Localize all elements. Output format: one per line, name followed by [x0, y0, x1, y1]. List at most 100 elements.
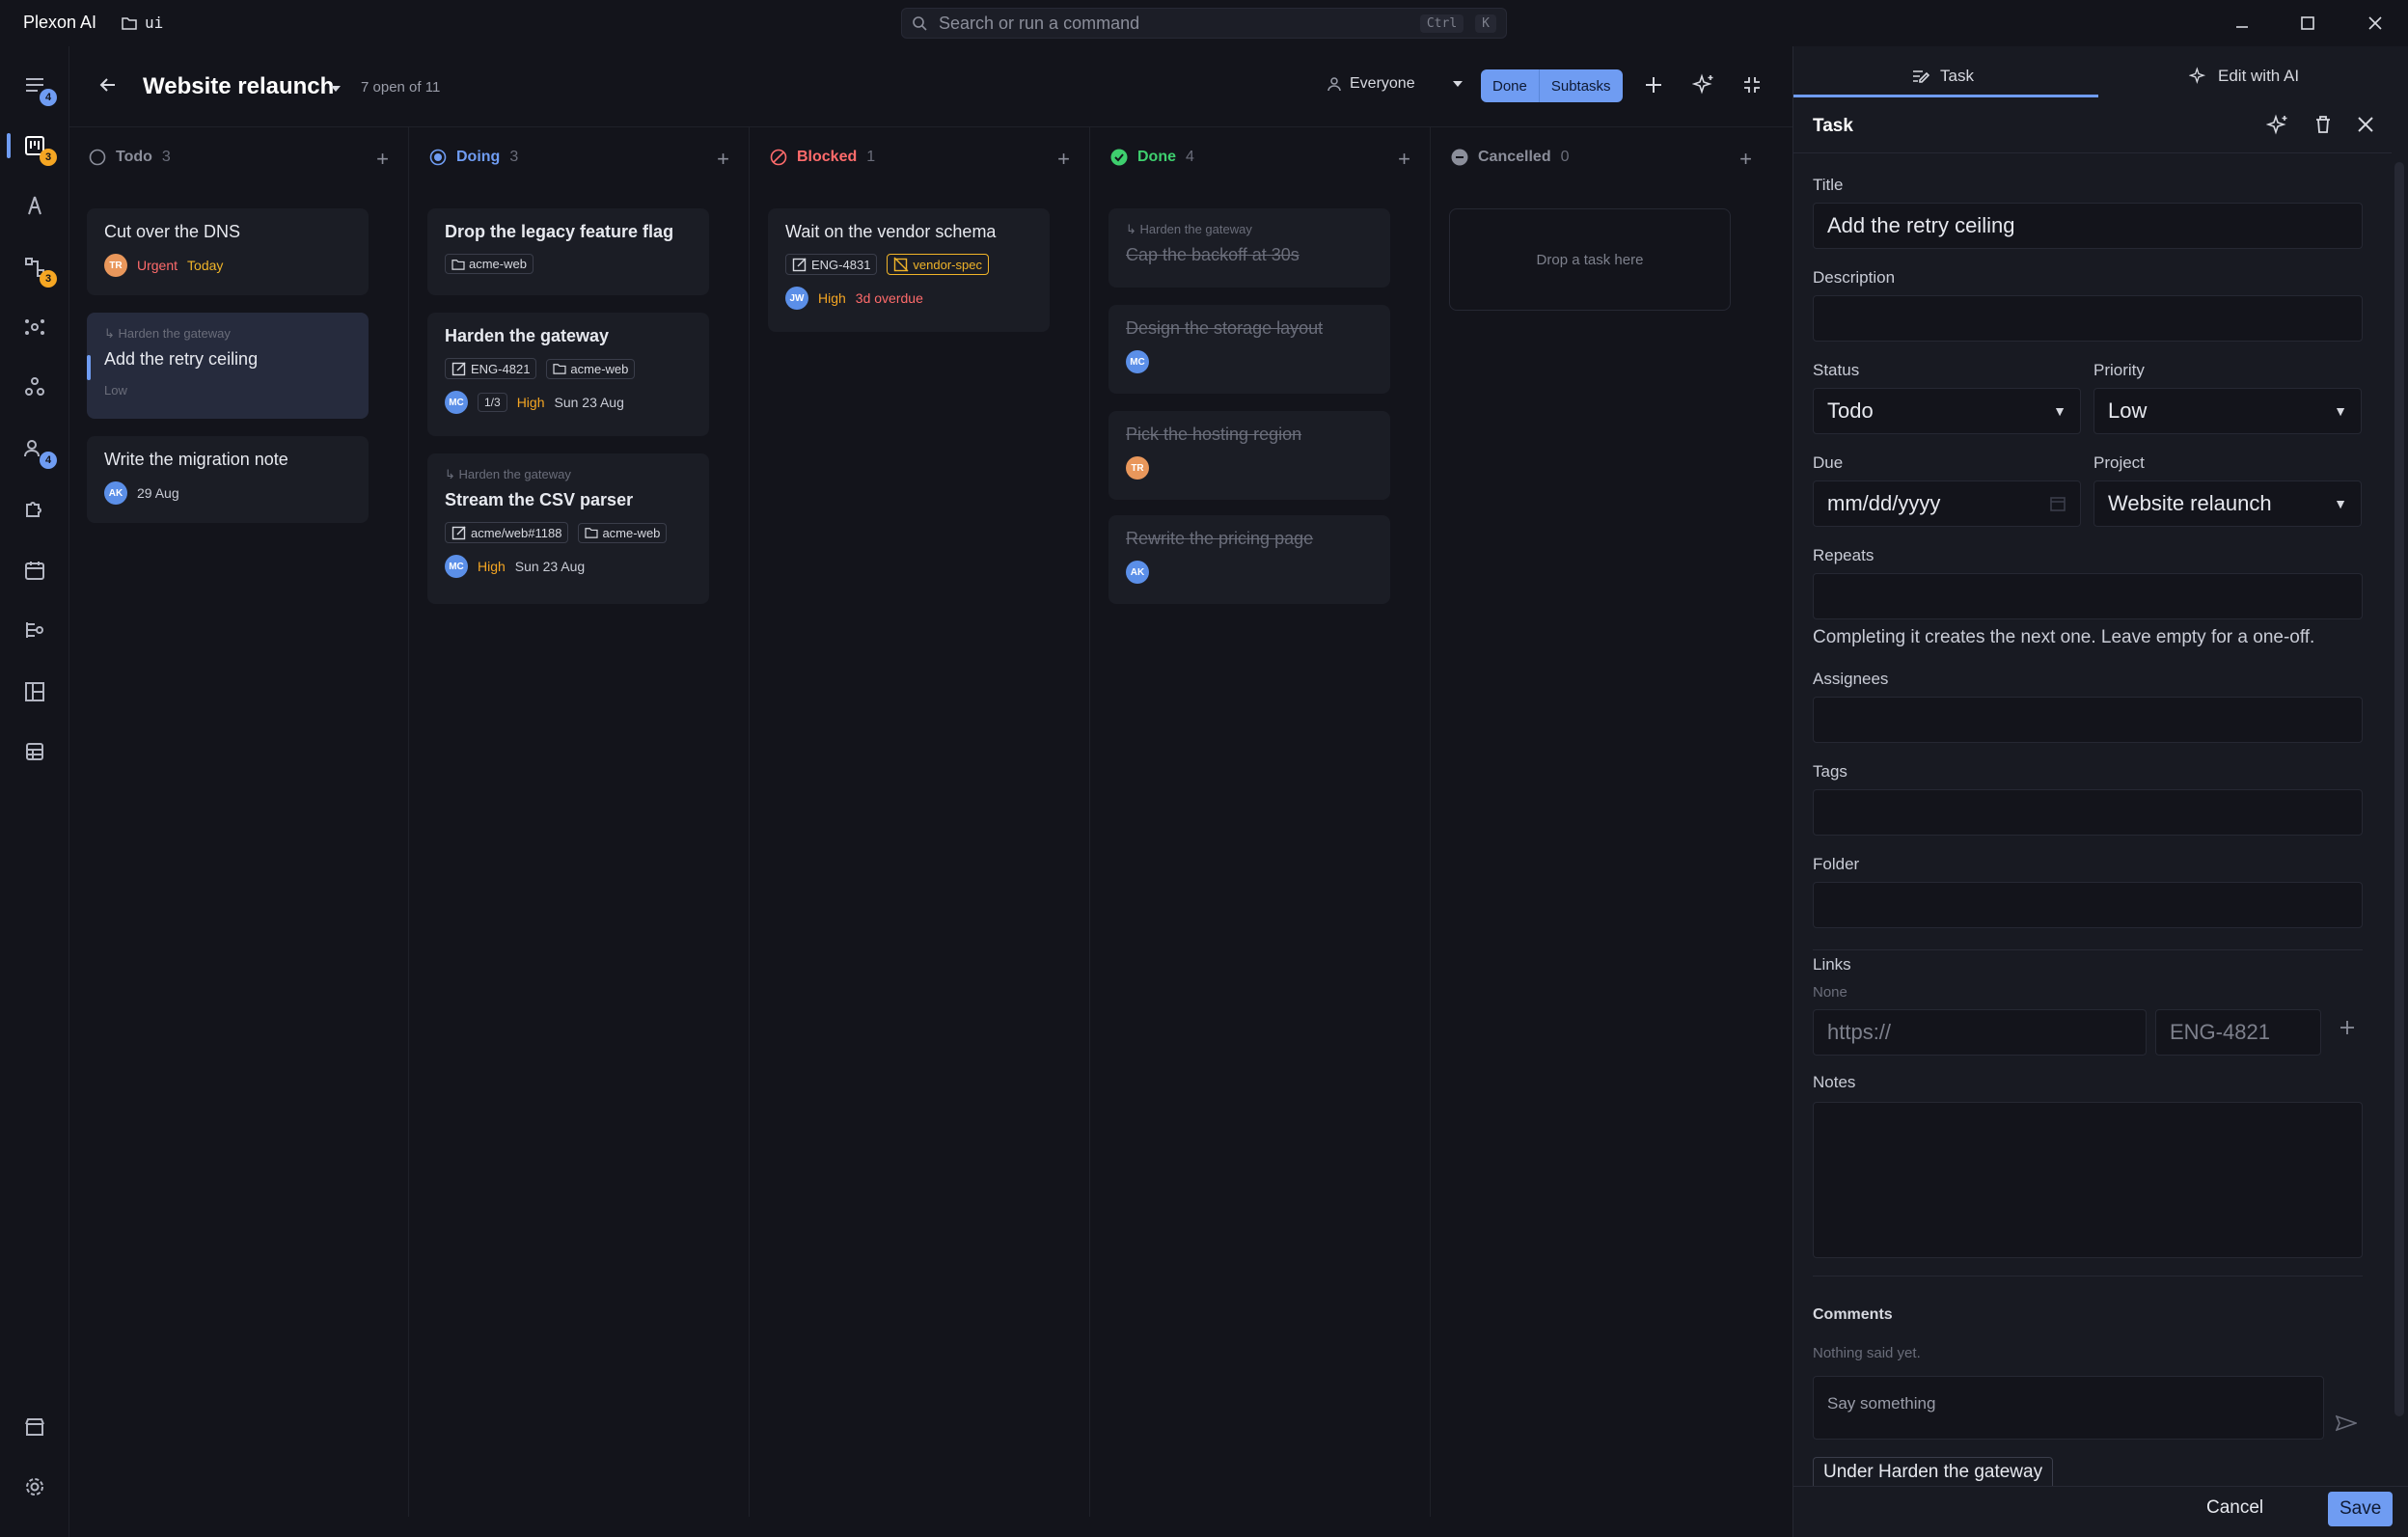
assignee-filter[interactable]: Everyone	[1327, 75, 1464, 93]
column-add-button[interactable]: +	[376, 147, 389, 172]
send-comment-button[interactable]	[2335, 1414, 2359, 1437]
folder-icon	[553, 364, 567, 374]
task-card[interactable]: ↳ Harden the gateway Cap the backoff at …	[1108, 208, 1390, 288]
due-date-field[interactable]: mm/dd/yyyy	[1813, 480, 2081, 527]
project-select[interactable]: Website relaunch ▼	[2093, 480, 2362, 527]
shortcut-key-k: K	[1475, 14, 1496, 33]
rail-store[interactable]	[18, 1411, 51, 1443]
maximize-button[interactable]	[2294, 10, 2321, 37]
tags-label: Tags	[1813, 762, 1847, 781]
check-circle-icon	[1110, 149, 1128, 166]
cancel-button[interactable]: Cancel	[2206, 1497, 2263, 1519]
column-header: Doing 3	[429, 149, 518, 166]
task-card[interactable]: ↳ Harden the gateway Stream the CSV pars…	[427, 453, 709, 604]
tab-task[interactable]: Task	[1911, 56, 1974, 96]
rail-board[interactable]: 3	[7, 129, 57, 166]
status-select[interactable]: Todo ▼	[1813, 388, 2081, 434]
rail-inbox-badge: 4	[40, 89, 57, 106]
close-icon	[2358, 117, 2373, 132]
tab-underline	[1793, 95, 2098, 97]
notes-field[interactable]	[1813, 1102, 2363, 1258]
chevron-down-icon	[1452, 81, 1463, 87]
rail-calendar[interactable]	[18, 554, 51, 587]
column-add-button[interactable]: +	[717, 147, 729, 172]
task-card-selected[interactable]: ↳ Harden the gateway Add the retry ceili…	[87, 313, 369, 419]
comment-input[interactable]: Say something	[1813, 1376, 2324, 1440]
rail-agents[interactable]	[18, 371, 51, 403]
task-card[interactable]: Pick the hosting region TR	[1108, 411, 1390, 500]
ai-button[interactable]	[1691, 73, 1715, 101]
toggle-done[interactable]: Done	[1481, 69, 1539, 102]
board-header: Website relaunch 7 open of 11 Everyone D…	[69, 46, 1792, 127]
puzzle-icon	[26, 502, 41, 517]
workspace-folder[interactable]: ui	[122, 14, 163, 32]
close-panel-button[interactable]	[2357, 116, 2374, 138]
collapse-button[interactable]	[1742, 75, 1762, 99]
rail-extensions[interactable]	[18, 492, 51, 525]
project-switcher[interactable]	[330, 81, 342, 98]
divider	[1793, 152, 2392, 153]
repeats-field[interactable]	[1813, 573, 2363, 619]
link-label: vendor-spec	[913, 257, 982, 272]
rail-inbox[interactable]: 4	[18, 69, 57, 106]
rail-settings[interactable]	[18, 1470, 51, 1503]
priority-label: High	[818, 290, 846, 306]
title-value: Add the retry ceiling	[1827, 213, 2015, 237]
link-chip[interactable]: acme/web#1188	[445, 522, 569, 543]
title-field[interactable]: Add the retry ceiling	[1813, 203, 2363, 249]
rail-team[interactable]: 4	[18, 432, 57, 469]
add-link-button[interactable]	[2339, 1019, 2356, 1041]
links-empty: None	[1813, 984, 1847, 1001]
rail-graph[interactable]: 3	[18, 251, 57, 288]
task-card[interactable]: Design the storage layout MC	[1108, 305, 1390, 394]
minimize-button[interactable]	[2229, 10, 2256, 37]
priority-select[interactable]: Low ▼	[2093, 388, 2362, 434]
column-add-button[interactable]: +	[1739, 147, 1752, 172]
rail-layout[interactable]	[18, 675, 51, 708]
folder-label: Folder	[1813, 855, 1860, 873]
panel-header: Task	[1813, 116, 1853, 136]
scrollbar[interactable]	[2394, 162, 2404, 1416]
back-button[interactable]	[98, 75, 118, 99]
link-chip[interactable]: ENG-4831	[785, 254, 878, 275]
delete-task-button[interactable]	[2312, 114, 2334, 140]
column-header: Done 4	[1110, 149, 1194, 166]
calendar-icon	[2050, 497, 2066, 511]
column-title: Done	[1137, 149, 1176, 165]
folder-field[interactable]	[1813, 882, 2363, 928]
task-card[interactable]: Rewrite the pricing page AK	[1108, 515, 1390, 604]
tab-edit-with-ai[interactable]: Edit with AI	[2189, 56, 2299, 96]
command-bar[interactable]: Search or run a command Ctrl K	[901, 8, 1507, 39]
rail-network[interactable]	[18, 311, 51, 343]
column-add-button[interactable]: +	[1398, 147, 1410, 172]
ai-assist-button[interactable]	[2265, 114, 2289, 142]
task-card[interactable]: Write the migration note AK 29 Aug	[87, 436, 369, 523]
rail-compass[interactable]	[18, 189, 51, 222]
add-task-button[interactable]	[1644, 75, 1663, 99]
parent-task-chip[interactable]: Under Harden the gateway	[1813, 1457, 2054, 1486]
rail-database[interactable]	[18, 735, 51, 768]
drop-zone[interactable]: Drop a task here	[1449, 208, 1731, 311]
task-title: Design the storage layout	[1126, 318, 1324, 338]
toggle-subtasks[interactable]: Subtasks	[1538, 69, 1623, 102]
task-card[interactable]: Wait on the vendor schema ENG-4831 vendo…	[768, 208, 1050, 332]
link-url-input[interactable]: https://	[1813, 1009, 2147, 1056]
task-card[interactable]: Cut over the DNS TR Urgent Today	[87, 208, 369, 295]
task-card[interactable]: Harden the gateway ENG-4821 acme-web MC …	[427, 313, 709, 436]
rail-workflows[interactable]	[18, 614, 51, 646]
app-title: Plexon AI	[23, 13, 97, 32]
description-field[interactable]	[1813, 295, 2363, 342]
link-id-input[interactable]: ENG-4821	[2155, 1009, 2321, 1056]
save-button[interactable]: Save	[2328, 1492, 2394, 1526]
send-icon	[2335, 1414, 2359, 1432]
link-chip[interactable]: ENG-4821	[445, 358, 537, 379]
task-card[interactable]: Drop the legacy feature flag acme-web	[427, 208, 709, 295]
tags-field[interactable]	[1813, 789, 2363, 836]
broken-link-chip[interactable]: vendor-spec	[887, 254, 989, 275]
circle-icon	[89, 149, 106, 166]
close-window-button[interactable]	[2362, 10, 2389, 37]
due-placeholder: mm/dd/yyyy	[1827, 491, 1941, 515]
assignees-field[interactable]	[1813, 697, 2363, 743]
column-add-button[interactable]: +	[1057, 147, 1070, 172]
user-icon	[1327, 77, 1341, 92]
